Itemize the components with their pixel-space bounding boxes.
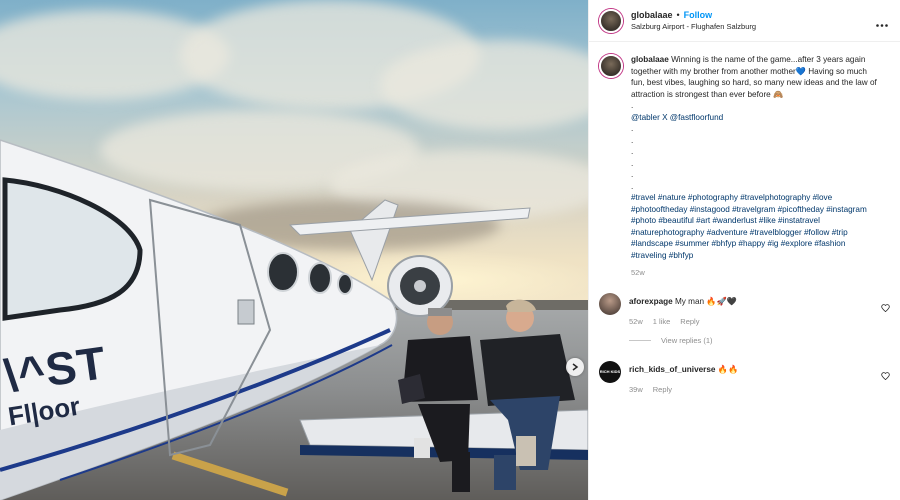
avatar[interactable]: [599, 292, 621, 315]
view-replies-label: View replies (1): [661, 335, 713, 345]
follow-button[interactable]: Follow: [684, 10, 713, 20]
comment-age: 52w: [629, 316, 643, 326]
hashtag-line[interactable]: #naturephotography #adventure #travelblo…: [631, 227, 890, 239]
next-image-button[interactable]: [566, 358, 584, 376]
caption-text-line: fun, best vibes, laughing so hard, so ma…: [631, 78, 877, 87]
reply-button[interactable]: Reply: [653, 385, 672, 394]
aircraft-illustration: [0, 139, 588, 500]
comment-username[interactable]: aforexpage: [629, 297, 673, 306]
heart-icon: [881, 303, 890, 312]
hashtag-line[interactable]: #photo #beautiful #art #wanderlust #like…: [631, 215, 890, 227]
comment: RICH KIDS rich_kids_of_universe 🔥🔥 39w R…: [589, 360, 900, 394]
caption-mentions[interactable]: @tabler X @fastfloorfund: [631, 112, 890, 124]
separator-dot: •: [676, 10, 680, 20]
post-details-panel: globalaae • Follow Salzburg Airport - Fl…: [588, 0, 900, 500]
caption-text-line: Winning is the name of the game...after …: [671, 55, 866, 64]
caption: globalaae Winning is the name of the gam…: [589, 42, 900, 279]
more-options-button[interactable]: [876, 14, 888, 32]
caption-dot: .: [631, 170, 634, 179]
passenger-window: [308, 262, 332, 294]
caption-dot: .: [631, 158, 634, 168]
replies-divider: [629, 339, 651, 341]
aircraft-tail: [349, 199, 399, 282]
comment-text: 🔥🔥: [717, 364, 739, 374]
hashtag-line[interactable]: #travel #nature #photography #travelphot…: [631, 192, 890, 204]
like-comment-button[interactable]: [881, 367, 890, 385]
passenger-window: [267, 252, 299, 292]
post-location[interactable]: Salzburg Airport - Flughafen Salzburg: [631, 22, 756, 31]
hashtag-line[interactable]: #landscape #summer #bhfyp #happy #ig #ex…: [631, 238, 890, 250]
person-right: [480, 299, 575, 490]
door-handle: [237, 299, 255, 325]
aircraft-stabilizer: [288, 207, 531, 236]
comment-username[interactable]: rich_kids_of_universe: [629, 365, 715, 374]
hashtag-line[interactable]: #traveling #bhfyp: [631, 250, 890, 262]
avatar[interactable]: [599, 8, 623, 33]
caption-text-line: attraction is strongest than ever before…: [631, 89, 784, 99]
reply-button[interactable]: Reply: [680, 317, 699, 326]
engine-spinner: [414, 280, 426, 292]
post-username[interactable]: globalaae: [631, 10, 673, 20]
caption-username[interactable]: globalaae: [631, 55, 669, 64]
hashtag-line[interactable]: #photooftheday #instagood #travelgram #p…: [631, 204, 890, 216]
post-photo[interactable]: \^ST Fl|oor: [0, 0, 588, 500]
chevron-right-icon: [572, 363, 579, 371]
caption-dot: .: [631, 124, 634, 133]
caption-body: globalaae Winning is the name of the gam…: [631, 54, 890, 279]
comment-body: rich_kids_of_universe 🔥🔥 39w Reply: [629, 361, 869, 394]
comment-text: My man 🔥🚀🖤: [674, 296, 737, 306]
comment-body: aforexpage My man 🔥🚀🖤 52w 1 like Reply: [629, 293, 869, 326]
comment-age: 39w: [629, 384, 643, 394]
caption-dot: .: [631, 101, 634, 110]
heart-icon: [881, 371, 890, 380]
caption-dot: .: [631, 135, 634, 145]
caption-text-line: together with my brother from another mo…: [631, 66, 867, 76]
comment-likes[interactable]: 1 like: [653, 317, 671, 326]
view-replies-button[interactable]: View replies (1): [629, 336, 900, 345]
post-header: globalaae • Follow Salzburg Airport - Fl…: [589, 0, 900, 42]
passenger-window: [337, 273, 353, 295]
header-text: globalaae • Follow Salzburg Airport - Fl…: [631, 10, 756, 31]
avatar-text: RICH KIDS: [599, 369, 621, 374]
avatar[interactable]: [599, 54, 623, 78]
more-options-icon: [876, 24, 888, 27]
caption-dot: .: [631, 181, 634, 191]
comment: aforexpage My man 🔥🚀🖤 52w 1 like Reply: [589, 292, 900, 326]
avatar[interactable]: RICH KIDS: [599, 360, 621, 383]
person-left: [398, 308, 478, 492]
caption-dot: .: [631, 147, 634, 156]
caption-age: 52w: [631, 268, 645, 277]
like-comment-button[interactable]: [881, 299, 890, 317]
